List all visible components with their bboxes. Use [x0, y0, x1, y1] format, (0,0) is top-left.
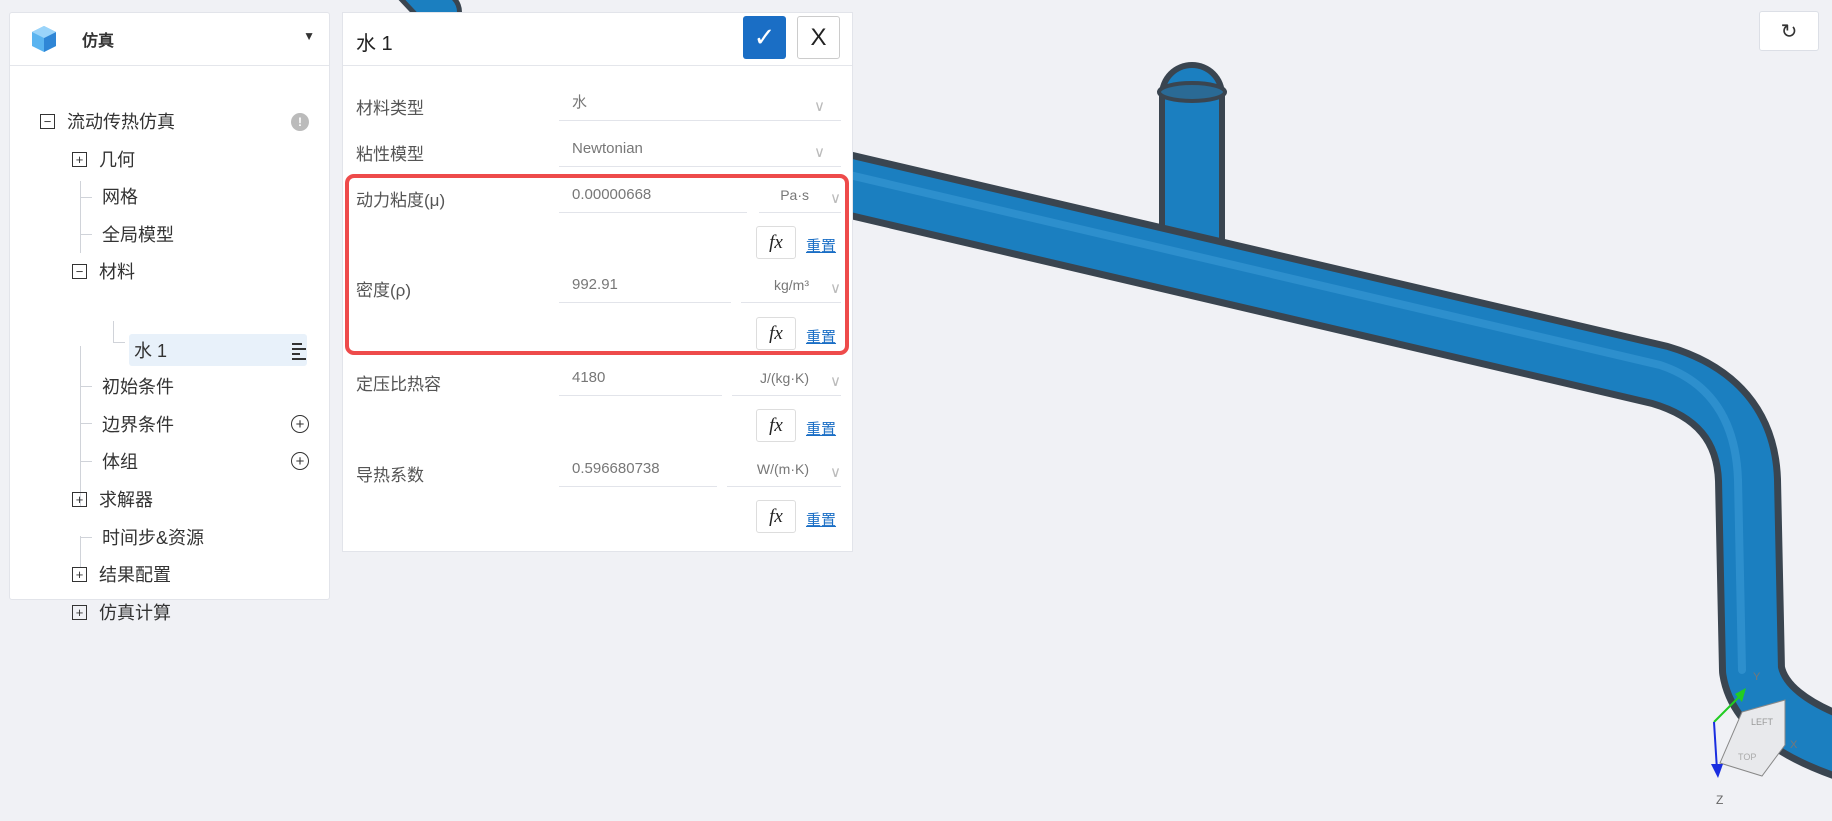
simulation-sidebar: 仿真 ▼ − 流动传热仿真 ! + 几何 网格 全局模型 − 材料 水 1 初始条件 …: [9, 12, 330, 623]
tree-item-mesh[interactable]: 网格: [102, 181, 138, 211]
expand-icon[interactable]: +: [72, 566, 87, 582]
chevron-down-icon: ∨: [830, 464, 841, 481]
tree-item-material[interactable]: − 材料: [72, 256, 135, 286]
chevron-down-icon: ∨: [814, 98, 825, 115]
fx-button[interactable]: fx: [756, 500, 796, 533]
tree-item-solver[interactable]: + 求解器: [72, 484, 153, 514]
tree-item-sim-compute[interactable]: + 仿真计算: [72, 597, 171, 627]
confirm-button[interactable]: ✓: [743, 16, 786, 59]
material-type-label: 材料类型: [356, 99, 424, 118]
collapse-icon[interactable]: −: [40, 113, 55, 129]
axis-z-label: Z: [1716, 793, 1723, 807]
menu-lines-icon[interactable]: [292, 343, 307, 360]
tree-item-water-1[interactable]: 水 1: [134, 335, 167, 365]
tree-label: 初始条件: [102, 377, 174, 397]
tree-label: 仿真计算: [99, 603, 171, 623]
panel-header: 水 1 ✓ X: [343, 13, 852, 66]
tree-label: 水 1: [134, 341, 168, 361]
chevron-down-icon: ∨: [830, 373, 841, 390]
cube-face-top-label: TOP: [1738, 752, 1756, 762]
specific-heat-label: 定压比热容: [356, 375, 441, 394]
highlight-annotation-box: [345, 174, 849, 355]
tree-item-timestep-resources[interactable]: 时间步&资源: [102, 522, 204, 552]
cube-logo-icon: [32, 26, 56, 52]
specific-heat-input[interactable]: 4180: [559, 366, 722, 396]
expand-icon[interactable]: +: [72, 151, 87, 167]
tree-item-global-model[interactable]: 全局模型: [102, 219, 174, 249]
material-type-select[interactable]: 水 ∨: [559, 91, 841, 121]
tree-label: 材料: [99, 262, 135, 282]
tree-label: 结果配置: [99, 565, 171, 585]
thermal-conductivity-unit-select[interactable]: W/(m·K) ∨: [727, 457, 841, 487]
refresh-icon: ↻: [1780, 20, 1798, 43]
reset-link[interactable]: 重置: [806, 509, 836, 530]
reset-view-button[interactable]: ↻: [1759, 11, 1819, 51]
material-type-value: 水: [572, 94, 588, 111]
unit-value: J/(kg·K): [760, 370, 809, 386]
tree-item-flow-heat-sim[interactable]: − 流动传热仿真: [40, 106, 175, 136]
fx-button[interactable]: fx: [756, 409, 796, 442]
tree-label: 体组: [102, 452, 138, 472]
add-boundary-icon[interactable]: +: [291, 415, 309, 433]
axis-x-label: X: [1790, 739, 1798, 751]
unit-value: W/(m·K): [756, 461, 809, 477]
reset-link[interactable]: 重置: [806, 418, 836, 439]
viscosity-model-label: 粘性模型: [356, 145, 424, 164]
expand-icon[interactable]: +: [72, 491, 87, 507]
thermal-conductivity-label: 导热系数: [356, 466, 424, 485]
sidebar-header[interactable]: 仿真 ▼: [10, 13, 329, 66]
add-volume-group-icon[interactable]: +: [291, 452, 309, 470]
panel-title: 水 1: [356, 33, 393, 55]
collapse-icon[interactable]: −: [72, 263, 87, 279]
tree-label: 求解器: [99, 490, 153, 510]
axis-y-label: Y: [1753, 671, 1761, 683]
tree-item-volume-group[interactable]: 体组: [102, 446, 138, 476]
tree-label: 几何: [99, 150, 135, 170]
tree-item-boundary-conditions[interactable]: 边界条件: [102, 409, 174, 439]
specific-heat-unit-select[interactable]: J/(kg·K) ∨: [732, 366, 841, 396]
chevron-down-icon: ∨: [814, 144, 825, 161]
viscosity-model-select[interactable]: Newtonian ∨: [559, 137, 841, 167]
tree-item-geometry[interactable]: + 几何: [72, 144, 135, 174]
dropdown-caret-icon[interactable]: ▼: [303, 29, 315, 43]
tree-label: 全局模型: [102, 225, 174, 245]
tree-label: 时间步&资源: [102, 528, 205, 548]
tree-label: 流动传热仿真: [67, 112, 175, 132]
tree-item-result-config[interactable]: + 结果配置: [72, 559, 171, 589]
expand-icon[interactable]: +: [72, 604, 87, 620]
viscosity-model-value: Newtonian: [572, 140, 643, 157]
cube-face-left-label: LEFT: [1751, 717, 1774, 727]
thermal-conductivity-input[interactable]: 0.596680738: [559, 457, 717, 487]
warning-icon: !: [291, 113, 309, 131]
close-button[interactable]: X: [797, 16, 840, 59]
tree-label: 边界条件: [102, 415, 174, 435]
tree-item-initial-conditions[interactable]: 初始条件: [102, 371, 174, 401]
sidebar-title: 仿真: [82, 33, 115, 50]
tree-label: 网格: [102, 187, 138, 207]
